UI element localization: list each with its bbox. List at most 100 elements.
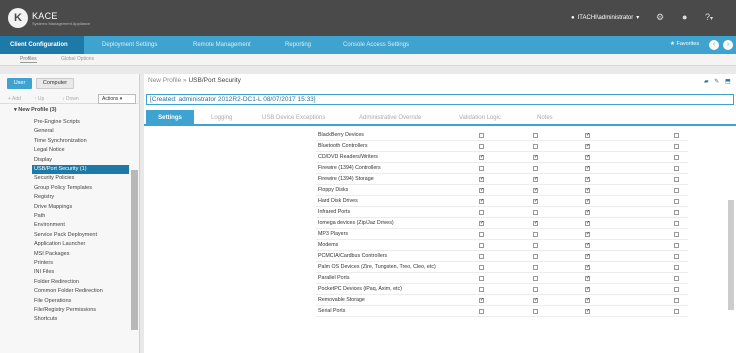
tab-administrative-override[interactable]: Administrative Override <box>359 110 421 126</box>
sidebar-item[interactable]: USB/Port Security (1) <box>32 165 129 174</box>
actions-dropdown[interactable]: Actions ▾ <box>98 94 136 104</box>
checkbox[interactable] <box>674 287 679 292</box>
checkbox[interactable]: ✓ <box>585 177 590 182</box>
sidebar-item[interactable]: Display <box>34 156 52 165</box>
checkbox[interactable]: ✓ <box>479 199 484 204</box>
checkbox[interactable]: ✓ <box>479 155 484 160</box>
sidebar-item[interactable]: General <box>34 127 54 136</box>
sidebar-item[interactable]: Common Folder Redirection <box>34 287 103 296</box>
checkbox[interactable] <box>479 287 484 292</box>
checkbox[interactable] <box>479 166 484 171</box>
checkbox[interactable] <box>674 188 679 193</box>
checkbox[interactable]: ✓ <box>585 254 590 259</box>
sidebar-item[interactable]: Registry <box>34 193 54 202</box>
tab-usb-device-exceptions[interactable]: USB Device Exceptions <box>262 110 325 126</box>
checkbox[interactable] <box>674 254 679 259</box>
tree-root-new-profile[interactable]: ▾ New Profile (3) <box>14 107 57 113</box>
sidebar-item[interactable]: Path <box>34 212 45 221</box>
checkbox[interactable] <box>533 276 538 281</box>
checkbox[interactable] <box>479 276 484 281</box>
subnav-profiles[interactable]: Profiles <box>20 56 37 63</box>
sidebar-item[interactable]: Folder Redirection <box>34 278 79 287</box>
tab-console-access-settings[interactable]: Console Access Settings <box>343 36 409 54</box>
checkbox[interactable] <box>533 287 538 292</box>
checkbox[interactable]: ✓ <box>479 188 484 193</box>
checkbox[interactable] <box>479 309 484 314</box>
checkbox[interactable]: ✓ <box>585 199 590 204</box>
checkbox[interactable] <box>674 309 679 314</box>
tab-reporting[interactable]: Reporting <box>285 36 311 54</box>
forward-icon[interactable]: › <box>723 40 733 50</box>
checkbox[interactable] <box>533 133 538 138</box>
checkbox[interactable]: ✓ <box>585 210 590 215</box>
up-button[interactable]: ↑ Up <box>34 96 44 102</box>
checkbox[interactable] <box>533 254 538 259</box>
checkbox[interactable]: ✓ <box>479 177 484 182</box>
checkbox[interactable]: ✓ <box>533 221 538 226</box>
checkbox[interactable] <box>674 144 679 149</box>
checkbox[interactable] <box>533 265 538 270</box>
checkbox[interactable] <box>674 298 679 303</box>
checkbox[interactable]: ✓ <box>585 144 590 149</box>
checkbox[interactable]: ✓ <box>533 199 538 204</box>
checkbox[interactable] <box>674 155 679 160</box>
sidebar-item[interactable]: MSI Packages <box>34 250 69 259</box>
sidebar-item[interactable]: Pre-Engine Scripts <box>34 118 80 127</box>
sidebar-item[interactable]: Printers <box>34 259 53 268</box>
checkbox[interactable] <box>674 199 679 204</box>
checkbox[interactable] <box>674 265 679 270</box>
checkbox[interactable] <box>674 166 679 171</box>
sidebar-item[interactable]: File Operations <box>34 297 71 306</box>
content-toolbar-icons[interactable]: ▰ ✎ ⬒ <box>704 78 733 85</box>
favorites-button[interactable]: ★ Favorites <box>670 41 699 47</box>
checkbox[interactable]: ✓ <box>533 177 538 182</box>
checkbox[interactable] <box>674 232 679 237</box>
checkbox[interactable] <box>533 166 538 171</box>
tab-logging[interactable]: Logging <box>211 110 232 126</box>
info-icon[interactable]: ● <box>682 12 687 22</box>
checkbox[interactable]: ✓ <box>585 166 590 171</box>
checkbox[interactable]: ✓ <box>533 298 538 303</box>
checkbox[interactable] <box>674 133 679 138</box>
checkbox[interactable]: ✓ <box>585 133 590 138</box>
user-menu[interactable]: ● ITACHI\administrator ▾ <box>571 14 639 22</box>
user-button[interactable]: User <box>7 78 32 89</box>
checkbox[interactable] <box>533 210 538 215</box>
checkbox[interactable] <box>674 221 679 226</box>
checkbox[interactable]: ✓ <box>533 155 538 160</box>
down-button[interactable]: ↓ Down <box>62 96 79 102</box>
checkbox[interactable] <box>479 232 484 237</box>
sidebar-item[interactable]: Service Pack Deployment <box>34 231 97 240</box>
checkbox[interactable] <box>479 243 484 248</box>
checkbox[interactable]: ✓ <box>585 287 590 292</box>
sidebar-item[interactable]: Legal Notice <box>34 146 65 155</box>
tab-client-configuration[interactable]: Client Configuration <box>0 36 84 54</box>
checkbox[interactable] <box>674 177 679 182</box>
sidebar-scrollbar[interactable] <box>131 170 138 330</box>
checkbox[interactable]: ✓ <box>585 298 590 303</box>
help-icon[interactable]: ?▾ <box>705 12 713 22</box>
checkbox[interactable]: ✓ <box>585 188 590 193</box>
sidebar-item[interactable]: Group Policy Templates <box>34 184 92 193</box>
checkbox[interactable]: ✓ <box>479 298 484 303</box>
checkbox[interactable]: ✓ <box>585 155 590 160</box>
content-scrollbar[interactable] <box>728 200 734 310</box>
tab-notes[interactable]: Notes <box>537 110 553 126</box>
checkbox[interactable] <box>533 309 538 314</box>
checkbox[interactable] <box>533 243 538 248</box>
checkbox[interactable]: ✓ <box>585 221 590 226</box>
back-icon[interactable]: ‹ <box>709 40 719 50</box>
breadcrumb-parent[interactable]: New Profile <box>148 77 181 84</box>
checkbox[interactable]: ✓ <box>585 276 590 281</box>
sidebar-item[interactable]: Drive Mappings <box>34 203 72 212</box>
checkbox[interactable]: ✓ <box>585 243 590 248</box>
checkbox[interactable] <box>674 210 679 215</box>
checkbox[interactable] <box>479 210 484 215</box>
tab-remote-management[interactable]: Remote Management <box>193 36 251 54</box>
gear-icon[interactable]: ⚙ <box>656 12 664 23</box>
tab-deployment-settings[interactable]: Deployment Settings <box>102 36 157 54</box>
checkbox[interactable]: ✓ <box>533 188 538 193</box>
sidebar-item[interactable]: INI Files <box>34 268 54 277</box>
sidebar-item[interactable]: Time Synchronization <box>34 137 87 146</box>
checkbox[interactable] <box>674 276 679 281</box>
